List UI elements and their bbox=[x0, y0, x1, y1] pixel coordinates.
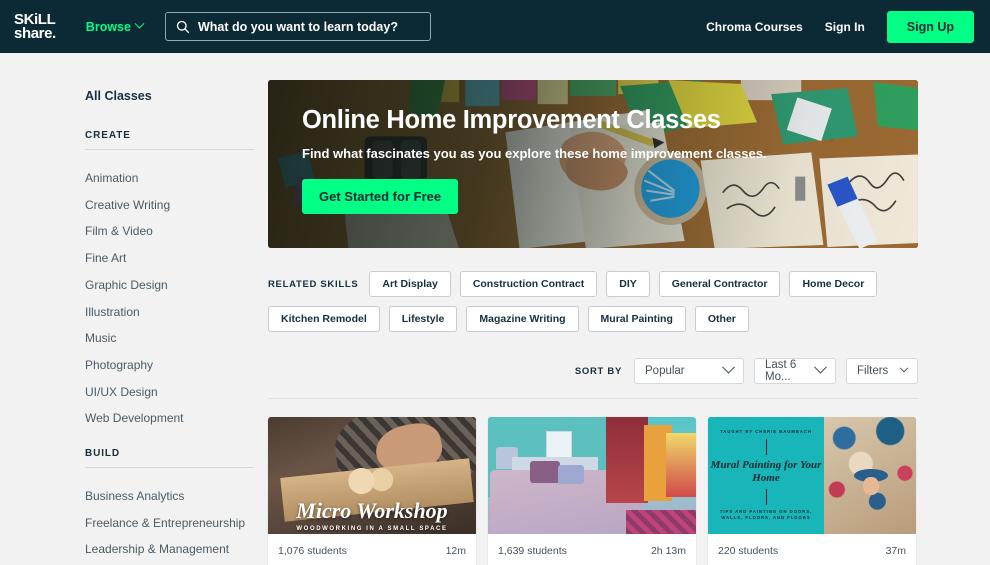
sidebar-item-business-analytics[interactable]: Business Analytics bbox=[85, 483, 268, 510]
sort-by-label: SORT BY bbox=[574, 365, 622, 377]
related-skills-section: RELATED SKILLS Art Display Construction … bbox=[268, 271, 918, 332]
thumbnail-divider bbox=[766, 489, 767, 505]
thumbnail-title: Micro Workshop bbox=[296, 498, 448, 523]
thumbnail-decor bbox=[606, 417, 648, 503]
class-duration: 12m bbox=[445, 545, 466, 557]
class-card[interactable]: TAUGHT BY CHERIE BAUMBACH Mural Painting… bbox=[708, 417, 916, 565]
sort-popular-dropdown[interactable]: Popular bbox=[634, 358, 744, 384]
chevron-down-icon bbox=[814, 360, 827, 374]
sidebar-item-music[interactable]: Music bbox=[85, 325, 268, 352]
sidebar-section-gap bbox=[85, 432, 268, 448]
sidebar-item-leadership-management[interactable]: Leadership & Management bbox=[85, 536, 268, 563]
filters-dropdown[interactable]: Filters bbox=[846, 358, 918, 384]
thumbnail-photo bbox=[824, 417, 916, 534]
sidebar-item-photography[interactable]: Photography bbox=[85, 352, 268, 379]
thumbnail-decor bbox=[546, 431, 572, 459]
time-period-dropdown[interactable]: Last 6 Mo... bbox=[754, 358, 836, 384]
category-sidebar: All Classes CREATE Animation Creative Wr… bbox=[0, 53, 268, 565]
sidebar-section-build: BUILD Business Analytics Freelance & Ent… bbox=[85, 448, 268, 565]
sign-in-link[interactable]: Sign In bbox=[825, 20, 865, 34]
sidebar-item-freelance-entrepreneurship[interactable]: Freelance & Entrepreneurship bbox=[85, 510, 268, 537]
get-started-button[interactable]: Get Started for Free bbox=[302, 179, 459, 214]
skill-tag-home-decor[interactable]: Home Decor bbox=[789, 271, 878, 297]
page-body: All Classes CREATE Animation Creative Wr… bbox=[0, 53, 990, 565]
sidebar-item-animation[interactable]: Animation bbox=[85, 165, 268, 192]
thumbnail-divider bbox=[766, 439, 767, 455]
class-duration: 2h 13m bbox=[650, 545, 686, 557]
thumbnail-decor bbox=[863, 477, 879, 495]
thumbnail-tagline: TIPS AND PAINTING ON DOORS, WALLS, FLOOR… bbox=[719, 509, 813, 520]
skill-tag-art-display[interactable]: Art Display bbox=[369, 271, 451, 297]
skill-tag-lifestyle[interactable]: Lifestyle bbox=[388, 306, 458, 332]
skill-tag-magazine-writing[interactable]: Magazine Writing bbox=[466, 306, 579, 332]
class-card-grid: Micro Workshop WOODWORKING IN A SMALL SP… bbox=[268, 417, 918, 565]
thumbnail-instructor-line: TAUGHT BY CHERIE BAUMBACH bbox=[720, 429, 812, 434]
chevron-down-icon bbox=[134, 18, 145, 29]
search-input[interactable] bbox=[197, 19, 420, 34]
thumbnail-subtitle: WOODWORKING IN A SMALL SPACE bbox=[296, 526, 448, 532]
class-thumbnail-bedroom bbox=[488, 417, 696, 534]
sidebar-item-creative-writing[interactable]: Creative Writing bbox=[85, 192, 268, 219]
skill-tag-other[interactable]: Other bbox=[694, 306, 749, 332]
thumbnail-decor bbox=[558, 465, 584, 484]
thumbnail-decor bbox=[344, 468, 402, 494]
class-card[interactable]: Micro Workshop WOODWORKING IN A SMALL SP… bbox=[268, 417, 476, 565]
student-count: 220 students bbox=[718, 545, 779, 557]
sidebar-item-all-classes[interactable]: All Classes bbox=[85, 89, 268, 103]
filters-value: Filters bbox=[857, 365, 889, 377]
skill-tag-kitchen-remodel[interactable]: Kitchen Remodel bbox=[268, 306, 380, 332]
skill-tag-mural-painting[interactable]: Mural Painting bbox=[587, 306, 686, 332]
sidebar-section-title-build: BUILD bbox=[85, 448, 254, 469]
browse-label: Browse bbox=[85, 19, 131, 34]
thumbnail-decor bbox=[626, 510, 696, 534]
sidebar-item-fine-art[interactable]: Fine Art bbox=[85, 245, 268, 272]
thumbnail-title: Mural Painting for Your Home bbox=[710, 459, 822, 484]
sort-popular-value: Popular bbox=[645, 365, 685, 377]
student-count: 1,076 students bbox=[278, 545, 347, 557]
sidebar-section-title-create: CREATE bbox=[85, 130, 254, 150]
class-thumbnail-mural-painting: TAUGHT BY CHERIE BAUMBACH Mural Painting… bbox=[708, 417, 916, 534]
related-skills-label: RELATED SKILLS bbox=[268, 278, 359, 290]
logo-line-2: share. bbox=[14, 25, 56, 42]
thumbnail-decor bbox=[666, 433, 696, 497]
skillshare-logo[interactable]: SKiLL share. bbox=[14, 12, 56, 41]
class-card[interactable]: 1,639 students 2h 13m bbox=[488, 417, 696, 565]
sort-and-filter-bar: SORT BY Popular Last 6 Mo... Filters bbox=[268, 358, 918, 399]
class-thumbnail-micro-workshop: Micro Workshop WOODWORKING IN A SMALL SP… bbox=[268, 417, 476, 534]
search-bar[interactable] bbox=[164, 12, 431, 41]
sidebar-item-graphic-design[interactable]: Graphic Design bbox=[85, 272, 268, 299]
sidebar-item-web-development[interactable]: Web Development bbox=[85, 405, 268, 432]
class-card-meta: 1,639 students 2h 13m bbox=[488, 534, 696, 565]
sidebar-item-illustration[interactable]: Illustration bbox=[85, 299, 268, 326]
header-actions: Chroma Courses Sign In Sign Up bbox=[706, 10, 974, 43]
skill-tag-general-contractor[interactable]: General Contractor bbox=[658, 271, 781, 297]
sidebar-section-create: CREATE Animation Creative Writing Film &… bbox=[85, 130, 268, 432]
main-content: Online Home Improvement Classes Find wha… bbox=[268, 53, 990, 565]
top-navigation-bar: SKiLL share. Browse Chroma Courses Sign … bbox=[0, 0, 990, 53]
sign-up-button[interactable]: Sign Up bbox=[886, 10, 974, 43]
class-card-meta: 220 students 37m bbox=[708, 534, 916, 565]
hero-subtitle: Find what fascinates you as you explore … bbox=[302, 146, 767, 161]
skill-tag-construction-contract[interactable]: Construction Contract bbox=[459, 271, 598, 297]
chroma-courses-link[interactable]: Chroma Courses bbox=[706, 20, 803, 34]
student-count: 1,639 students bbox=[498, 545, 567, 557]
chevron-down-icon bbox=[899, 363, 909, 373]
sidebar-item-ui-ux-design[interactable]: UI/UX Design bbox=[85, 379, 268, 406]
class-card-meta: 1,076 students 12m bbox=[268, 534, 476, 565]
class-duration: 37m bbox=[885, 545, 906, 557]
hero-content: Online Home Improvement Classes Find wha… bbox=[268, 80, 918, 214]
thumbnail-decor bbox=[530, 461, 560, 483]
chevron-down-icon bbox=[722, 360, 735, 374]
hero-title: Online Home Improvement Classes bbox=[302, 106, 721, 134]
search-icon bbox=[176, 20, 190, 33]
sidebar-item-film-video[interactable]: Film & Video bbox=[85, 218, 268, 245]
browse-menu[interactable]: Browse bbox=[85, 18, 145, 34]
skill-tag-diy[interactable]: DIY bbox=[606, 271, 650, 297]
time-period-value: Last 6 Mo... bbox=[765, 359, 797, 383]
thumbnail-title-panel: TAUGHT BY CHERIE BAUMBACH Mural Painting… bbox=[708, 417, 824, 534]
hero-banner: Online Home Improvement Classes Find wha… bbox=[268, 80, 918, 248]
